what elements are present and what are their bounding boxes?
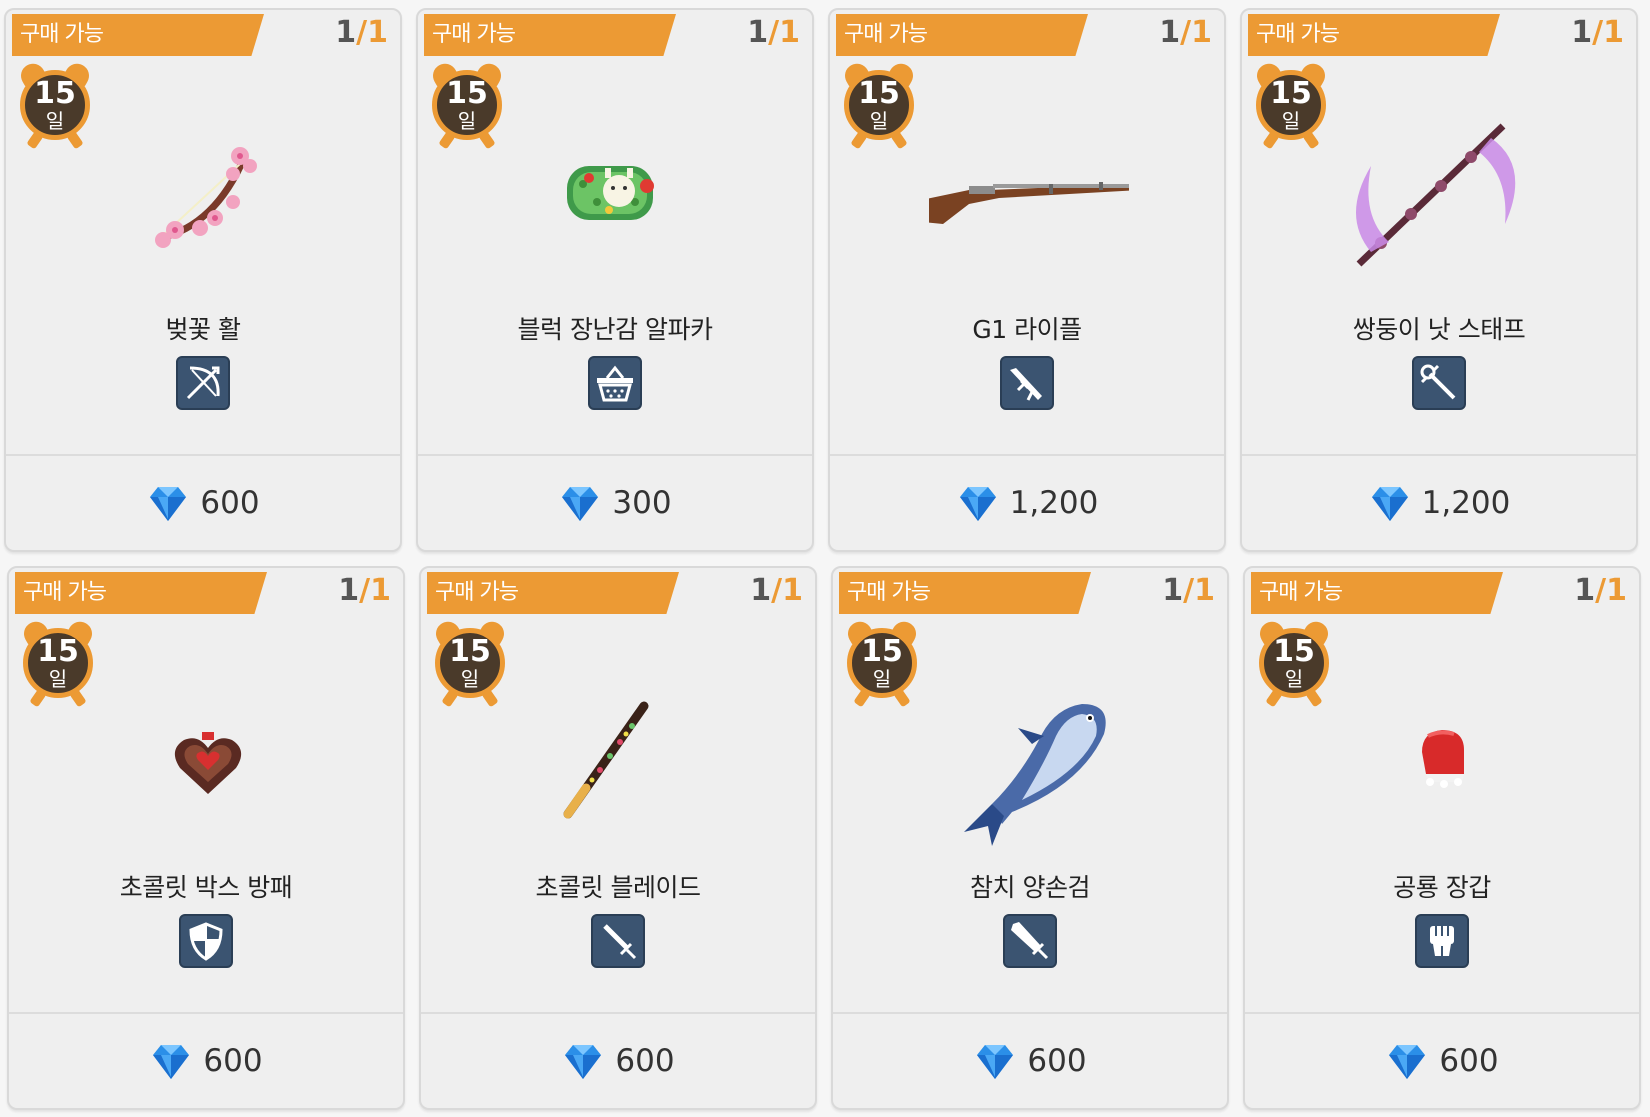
item-name: 초콜릿 박스 방패 — [119, 873, 293, 902]
price-row: 600 — [9, 1014, 403, 1108]
shop-grid: 구매 가능 1/1 15 일 벚꽃 활 600 구매 가능 1/1 15 일 블… — [4, 8, 1648, 1112]
days-unit: 일 — [1281, 109, 1301, 133]
status-badge: 구매 가능 — [12, 14, 264, 56]
stock-count: 1/1 — [1571, 15, 1624, 50]
shop-item-card[interactable]: 구매 가능 1/1 15 일 G1 라이플 1,200 — [828, 8, 1226, 552]
tuna-fish-icon — [932, 664, 1132, 854]
days-remaining: 15 — [861, 634, 903, 669]
days-unit: 일 — [1284, 667, 1304, 691]
days-remaining: 15 — [449, 634, 491, 669]
twin-scythe-staff-icon — [1341, 106, 1541, 296]
alarm-clock-icon: 15 일 — [1255, 617, 1333, 708]
status-badge: 구매 가능 — [424, 14, 676, 56]
stock-count: 1/1 — [338, 573, 391, 608]
fist-icon — [1415, 914, 1469, 968]
basket-icon — [588, 356, 642, 410]
rifle-icon — [921, 106, 1139, 296]
status-badge: 구매 가능 — [1251, 572, 1503, 614]
staff-icon — [1412, 356, 1466, 410]
alarm-clock-icon: 15 일 — [843, 617, 921, 708]
days-unit: 일 — [457, 109, 477, 133]
item-name: 참치 양손검 — [970, 873, 1090, 902]
price-label: 600 — [1027, 1043, 1087, 1079]
bow-icon — [176, 356, 230, 410]
shop-item-card[interactable]: 구매 가능 1/1 15 일 공룡 장갑 600 — [1243, 566, 1641, 1110]
red-glove-icon — [1344, 664, 1544, 854]
shop-item-card[interactable]: 구매 가능 1/1 15 일 쌍둥이 낫 스태프 1,200 — [1240, 8, 1638, 552]
blue-diamond-icon — [973, 1041, 1017, 1081]
status-badge: 구매 가능 — [1248, 14, 1500, 56]
cherry-blossom-bow-icon — [105, 106, 305, 296]
price-label: 600 — [1439, 1043, 1499, 1079]
alarm-clock-icon: 15 일 — [19, 617, 97, 708]
price-label: 300 — [612, 485, 672, 521]
shop-item-card[interactable]: 구매 가능 1/1 15 일 블럭 장난감 알파카 300 — [416, 8, 814, 552]
blue-diamond-icon — [558, 483, 602, 523]
status-badge: 구매 가능 — [839, 572, 1091, 614]
alpaca-block-toy-icon — [517, 106, 717, 296]
shop-item-card[interactable]: 구매 가능 1/1 15 일 참치 양손검 600 — [831, 566, 1229, 1110]
price-label: 600 — [203, 1043, 263, 1079]
days-remaining: 15 — [858, 76, 900, 111]
item-name: 공룡 장갑 — [1393, 873, 1491, 902]
stock-count: 1/1 — [1159, 15, 1212, 50]
chocolate-heart-box-icon — [108, 664, 308, 854]
status-badge: 구매 가능 — [15, 572, 267, 614]
item-name: 초콜릿 블레이드 — [535, 873, 701, 902]
alarm-clock-icon: 15 일 — [428, 59, 506, 150]
blue-diamond-icon — [956, 483, 1000, 523]
days-unit: 일 — [45, 109, 65, 133]
days-unit: 일 — [460, 667, 480, 691]
sword-icon — [591, 914, 645, 968]
price-row: 1,200 — [830, 456, 1224, 550]
item-name: 쌍둥이 낫 스태프 — [1352, 315, 1526, 344]
stock-count: 1/1 — [750, 573, 803, 608]
days-remaining: 15 — [34, 76, 76, 111]
status-badge: 구매 가능 — [427, 572, 679, 614]
status-badge: 구매 가능 — [836, 14, 1088, 56]
chocolate-stick-blade-icon — [520, 664, 720, 854]
days-unit: 일 — [869, 109, 889, 133]
price-row: 300 — [418, 456, 812, 550]
days-remaining: 15 — [1270, 76, 1312, 111]
shield-icon — [179, 914, 233, 968]
price-label: 1,200 — [1009, 485, 1099, 521]
blue-diamond-icon — [146, 483, 190, 523]
greatsword-icon — [1003, 914, 1057, 968]
stock-count: 1/1 — [1162, 573, 1215, 608]
item-name: 벚꽃 활 — [165, 315, 241, 344]
shop-item-card[interactable]: 구매 가능 1/1 15 일 초콜릿 박스 방패 600 — [7, 566, 405, 1110]
blue-diamond-icon — [149, 1041, 193, 1081]
price-label: 1,200 — [1421, 485, 1511, 521]
stock-count: 1/1 — [747, 15, 800, 50]
blue-diamond-icon — [1368, 483, 1412, 523]
alarm-clock-icon: 15 일 — [431, 617, 509, 708]
blue-diamond-icon — [561, 1041, 605, 1081]
days-remaining: 15 — [446, 76, 488, 111]
days-unit: 일 — [48, 667, 68, 691]
shop-item-card[interactable]: 구매 가능 1/1 15 일 초콜릿 블레이드 600 — [419, 566, 817, 1110]
price-row: 600 — [1245, 1014, 1639, 1108]
price-row: 1,200 — [1242, 456, 1636, 550]
days-unit: 일 — [872, 667, 892, 691]
alarm-clock-icon: 15 일 — [840, 59, 918, 150]
alarm-clock-icon: 15 일 — [16, 59, 94, 150]
blue-diamond-icon — [1385, 1041, 1429, 1081]
days-remaining: 15 — [1273, 634, 1315, 669]
price-label: 600 — [615, 1043, 675, 1079]
days-remaining: 15 — [37, 634, 79, 669]
price-row: 600 — [421, 1014, 815, 1108]
shop-item-card[interactable]: 구매 가능 1/1 15 일 벚꽃 활 600 — [4, 8, 402, 552]
stock-count: 1/1 — [1574, 573, 1627, 608]
alarm-clock-icon: 15 일 — [1252, 59, 1330, 150]
item-name: G1 라이플 — [972, 315, 1082, 344]
price-row: 600 — [6, 456, 400, 550]
price-row: 600 — [833, 1014, 1227, 1108]
price-label: 600 — [200, 485, 260, 521]
item-name: 블럭 장난감 알파카 — [517, 315, 713, 344]
rifle-icon — [1000, 356, 1054, 410]
stock-count: 1/1 — [335, 15, 388, 50]
